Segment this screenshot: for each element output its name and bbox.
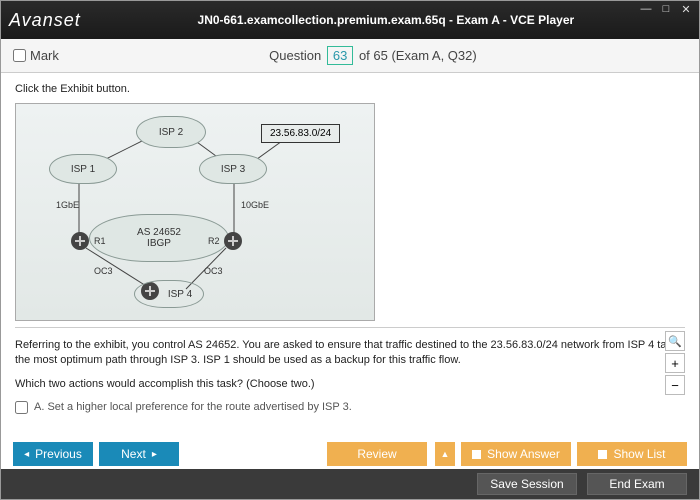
stop-icon <box>472 450 481 459</box>
option-a-text: A. Set a higher local preference for the… <box>34 400 352 415</box>
label-oc3-left: OC3 <box>94 266 113 276</box>
footer-bar: Save Session End Exam <box>1 469 699 499</box>
minimize-icon[interactable]: — <box>639 3 653 16</box>
nav-row: Previous Next Review ▲ Show Answer Show … <box>1 439 699 469</box>
question-bar: Mark Question 63 of 65 (Exam A, Q32) <box>1 39 699 73</box>
cloud-isp3: ISP 3 <box>199 154 267 184</box>
question-text: Referring to the exhibit, you control AS… <box>15 338 685 416</box>
previous-button[interactable]: Previous <box>13 442 93 466</box>
cloud-isp1: ISP 1 <box>49 154 117 184</box>
magnifier-icon[interactable]: 🔍 <box>665 331 685 351</box>
prefix-box: 23.56.83.0/24 <box>261 124 340 143</box>
label-isp4: ISP 4 <box>168 289 192 300</box>
review-dropdown-icon[interactable]: ▲ <box>435 442 455 466</box>
save-session-button[interactable]: Save Session <box>477 473 577 495</box>
label-10gbe: 10GbE <box>241 200 269 210</box>
question-word: Question <box>269 48 321 63</box>
show-answer-button[interactable]: Show Answer <box>461 442 571 466</box>
app-logo: Avanset <box>9 10 81 31</box>
maximize-icon[interactable]: □ <box>659 3 673 16</box>
as-ibgp: IBGP <box>147 238 171 249</box>
router-r2-icon <box>224 232 242 250</box>
review-button[interactable]: Review <box>327 442 427 466</box>
exhibit-diagram: ISP 2 23.56.83.0/24 ISP 1 ISP 3 1GbE 10G… <box>15 103 375 321</box>
label-r1: R1 <box>94 236 106 246</box>
zoom-controls: 🔍 + − <box>665 331 685 395</box>
title-bar: Avanset JN0-661.examcollection.premium.e… <box>1 1 699 39</box>
question-number[interactable]: 63 <box>327 46 353 65</box>
router-r1-icon <box>71 232 89 250</box>
as-number: AS 24652 <box>137 227 181 238</box>
zoom-out-button[interactable]: − <box>665 375 685 395</box>
question-position: Question 63 of 65 (Exam A, Q32) <box>59 46 687 65</box>
label-oc3-right: OC3 <box>204 266 223 276</box>
close-icon[interactable]: ✕ <box>679 3 693 16</box>
cloud-isp2: ISP 2 <box>136 116 206 148</box>
show-list-button[interactable]: Show List <box>577 442 687 466</box>
label-r2: R2 <box>208 236 220 246</box>
mark-label: Mark <box>30 48 59 63</box>
content-divider <box>15 327 685 328</box>
next-button[interactable]: Next <box>99 442 179 466</box>
content-area: Click the Exhibit button. ISP 2 23.56.83… <box>1 73 699 425</box>
window-controls: — □ ✕ <box>639 3 693 16</box>
question-paragraph-2: Which two actions would accomplish this … <box>15 377 685 392</box>
option-a-checkbox[interactable] <box>15 401 28 414</box>
stop-icon <box>598 450 607 459</box>
cloud-isp4: ISP 4 <box>134 280 204 308</box>
mark-checkbox[interactable] <box>13 49 26 62</box>
question-total: of 65 (Exam A, Q32) <box>359 48 477 63</box>
question-paragraph-1: Referring to the exhibit, you control AS… <box>15 338 685 369</box>
end-exam-button[interactable]: End Exam <box>587 473 687 495</box>
exhibit-instruction: Click the Exhibit button. <box>15 83 685 95</box>
label-1gbe: 1GbE <box>56 200 79 210</box>
option-a[interactable]: A. Set a higher local preference for the… <box>15 400 685 415</box>
mark-checkbox-wrap[interactable]: Mark <box>13 48 59 63</box>
zoom-in-button[interactable]: + <box>665 353 685 373</box>
window-title: JN0-661.examcollection.premium.exam.65q … <box>81 13 691 27</box>
